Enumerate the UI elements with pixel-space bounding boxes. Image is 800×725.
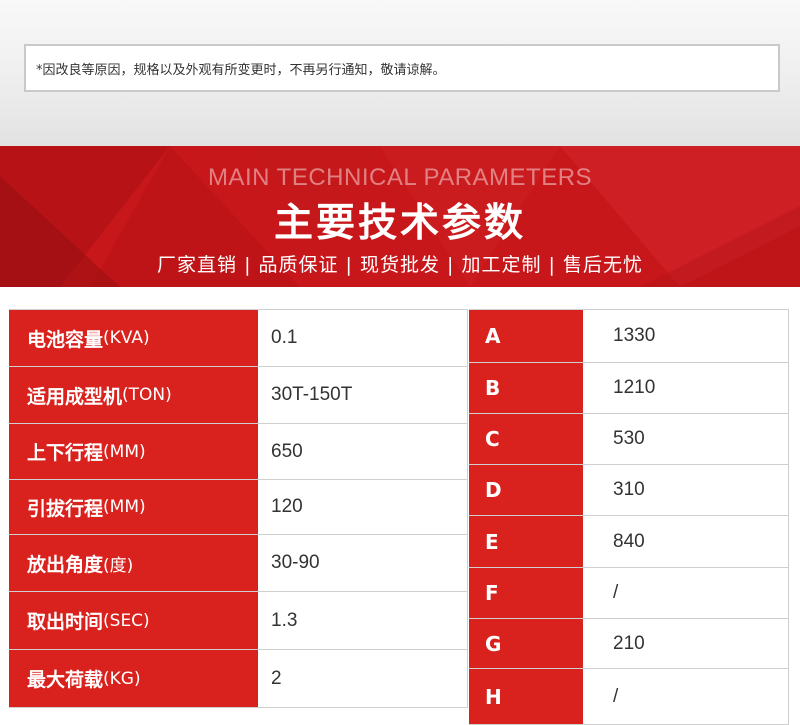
dimension-row: G 210	[469, 619, 789, 669]
dimension-label: H	[469, 669, 586, 724]
dimension-name: D	[485, 478, 502, 502]
notice-section: *因改良等原因，规格以及外观有所变更时，不再另行通知，敬请谅解。	[0, 0, 800, 146]
notice-box: *因改良等原因，规格以及外观有所变更时，不再另行通知，敬请谅解。	[24, 44, 780, 92]
dimension-name: F	[485, 581, 499, 605]
param-name: 电池容量	[27, 328, 104, 351]
dimension-name: E	[485, 529, 499, 554]
param-name: 适用成型机	[27, 385, 123, 408]
dimension-row: B 1210	[469, 363, 789, 414]
dimension-value: 530	[613, 428, 645, 449]
dimension-label: G	[469, 619, 586, 668]
banner-title: 主要技术参数	[273, 201, 526, 246]
dimension-label: A	[469, 310, 586, 362]
dimension-row: C 530	[469, 414, 789, 465]
dimension-value: 840	[613, 530, 645, 552]
param-row: 引拔行程 (MM) 120	[9, 480, 468, 535]
param-value: 30-90	[271, 552, 320, 573]
dimension-name: G	[485, 631, 502, 656]
param-value: 30T-150T	[271, 384, 353, 405]
param-unit: (MM)	[103, 441, 146, 462]
dimension-row: A 1330	[469, 310, 789, 363]
param-label: 适用成型机 (TON)	[9, 367, 261, 423]
param-row: 放出角度 (度) 30-90	[9, 535, 468, 592]
param-value: 120	[271, 496, 303, 517]
dimension-label: B	[469, 363, 586, 413]
dimension-row: E 840	[469, 516, 789, 568]
dimension-value: 1330	[613, 325, 656, 346]
param-name: 引拔行程	[27, 497, 104, 520]
dimension-name: C	[485, 427, 500, 451]
banner-tagline: 厂家直销 | 品质保证 | 现货批发 | 加工定制 | 售后无忧	[157, 254, 643, 276]
dimension-name: B	[485, 376, 501, 400]
param-row: 最大荷载 (KG) 2	[9, 650, 468, 708]
param-name: 上下行程	[27, 442, 104, 464]
banner-english-title: MAIN TECHNICAL PARAMETERS	[207, 164, 593, 191]
param-name: 放出角度	[27, 553, 104, 576]
param-label: 电池容量 (KVA)	[9, 310, 261, 366]
dimension-value: 1210	[613, 377, 656, 398]
dimension-row: H /	[469, 669, 789, 725]
param-value: 1.3	[271, 609, 298, 631]
dimension-name: H	[485, 684, 502, 709]
dimension-value: /	[613, 582, 619, 603]
notice-text: *因改良等原因，规格以及外观有所变更时，不再另行通知，敬请谅解。	[36, 62, 446, 78]
param-name: 最大荷载	[27, 669, 104, 691]
param-unit: (KG)	[103, 668, 141, 689]
dimension-name: A	[485, 324, 501, 348]
param-label: 取出时间 (SEC)	[9, 592, 261, 649]
param-value: 650	[271, 440, 303, 462]
dimension-row: F /	[469, 568, 789, 619]
param-unit: (TON)	[122, 385, 172, 405]
param-name: 取出时间	[27, 611, 104, 633]
param-unit: (KVA)	[103, 328, 150, 348]
dimension-row: D 310	[469, 465, 789, 516]
param-label: 引拔行程 (MM)	[9, 480, 261, 534]
dimension-label: D	[469, 465, 586, 515]
param-row: 取出时间 (SEC) 1.3	[9, 592, 468, 650]
param-label: 放出角度 (度)	[9, 535, 261, 591]
dimension-label: C	[469, 414, 586, 464]
param-label: 上下行程 (MM)	[9, 424, 261, 479]
dimension-label: E	[469, 516, 586, 567]
param-unit: (SEC)	[103, 610, 150, 631]
dimension-value: 310	[613, 479, 645, 500]
param-label: 最大荷载 (KG)	[9, 650, 261, 707]
param-value: 0.1	[271, 327, 298, 348]
param-row: 电池容量 (KVA) 0.1	[9, 310, 468, 367]
param-unit: (MM)	[103, 497, 146, 517]
param-row: 上下行程 (MM) 650	[9, 424, 468, 480]
param-unit: (度)	[103, 555, 134, 576]
param-row: 适用成型机 (TON) 30T-150T	[9, 367, 468, 424]
param-value: 2	[271, 667, 282, 689]
dimension-value: /	[613, 685, 619, 707]
dimension-label: F	[469, 568, 586, 618]
dimension-value: 210	[613, 632, 645, 654]
parameters-banner: MAIN TECHNICAL PARAMETERS 主要技术参数 厂家直销 | …	[0, 146, 800, 287]
